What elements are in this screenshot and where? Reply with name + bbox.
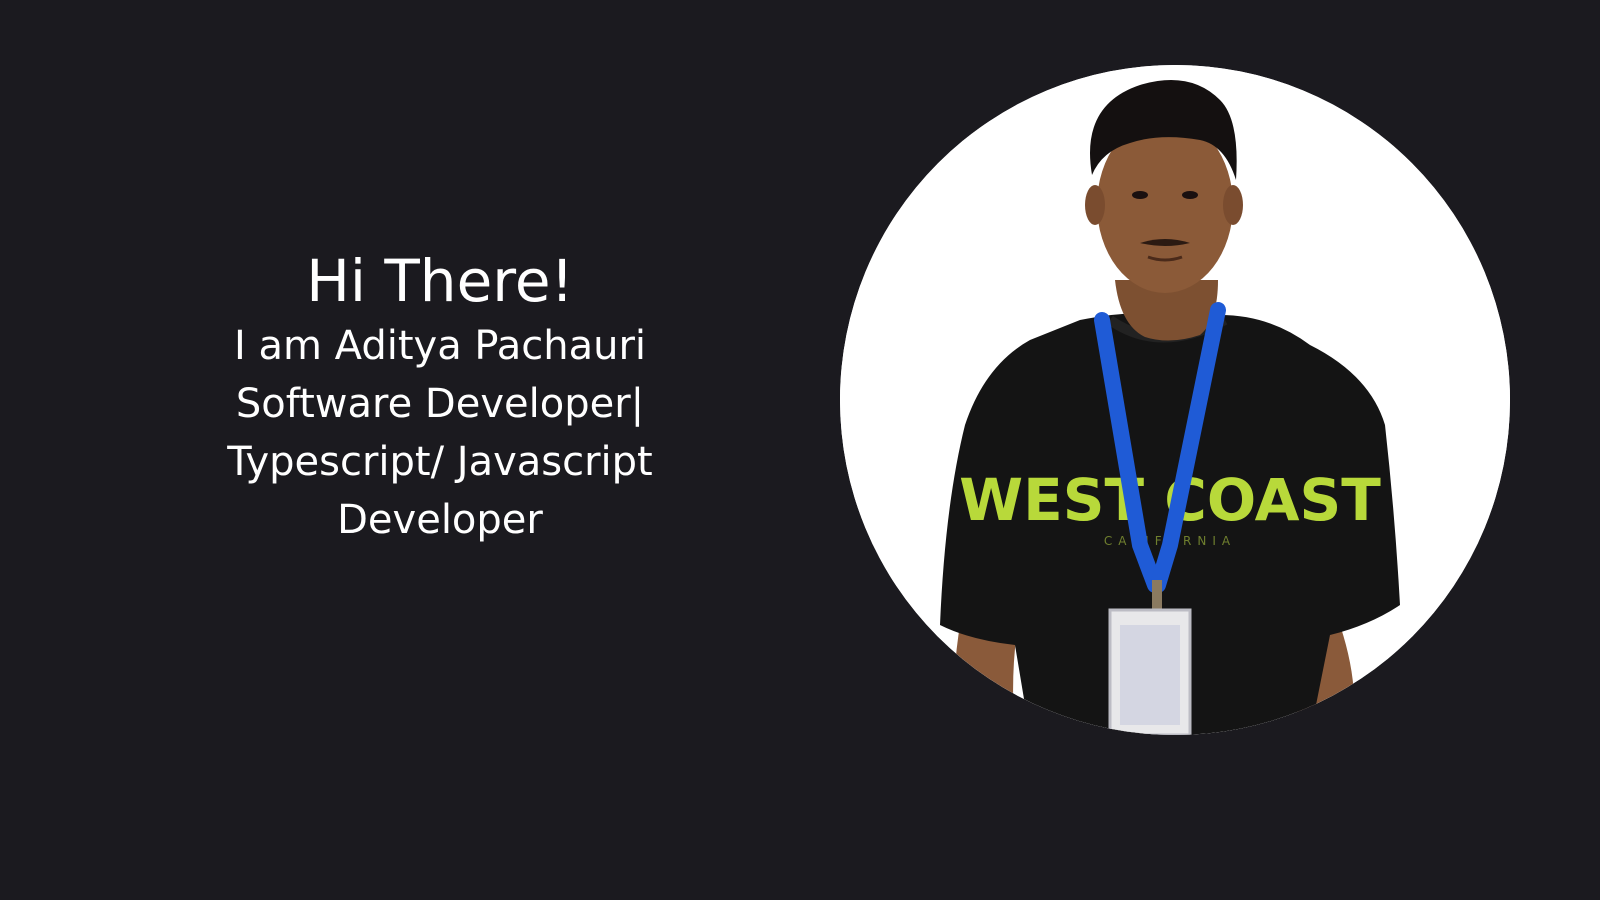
greeting-heading: Hi There! [306,247,574,315]
intro-line-name: I am Aditya Pachauri [233,323,647,369]
intro-line-skills: Typescript/ Javascript [227,439,653,485]
intro-line-role: Software Developer| [235,381,645,427]
hero-section: Hi There! I am Aditya Pachauri Software … [0,0,1600,900]
profile-photo-illustration: WEST COAST CALIFORNIA [840,65,1510,735]
intro-line-developer: Developer [337,497,543,543]
intro-tagline: I am Aditya Pachauri Software Developer|… [160,317,720,549]
profile-photo: WEST COAST CALIFORNIA [840,65,1510,735]
intro-text: Hi There! I am Aditya Pachauri Software … [160,245,720,549]
